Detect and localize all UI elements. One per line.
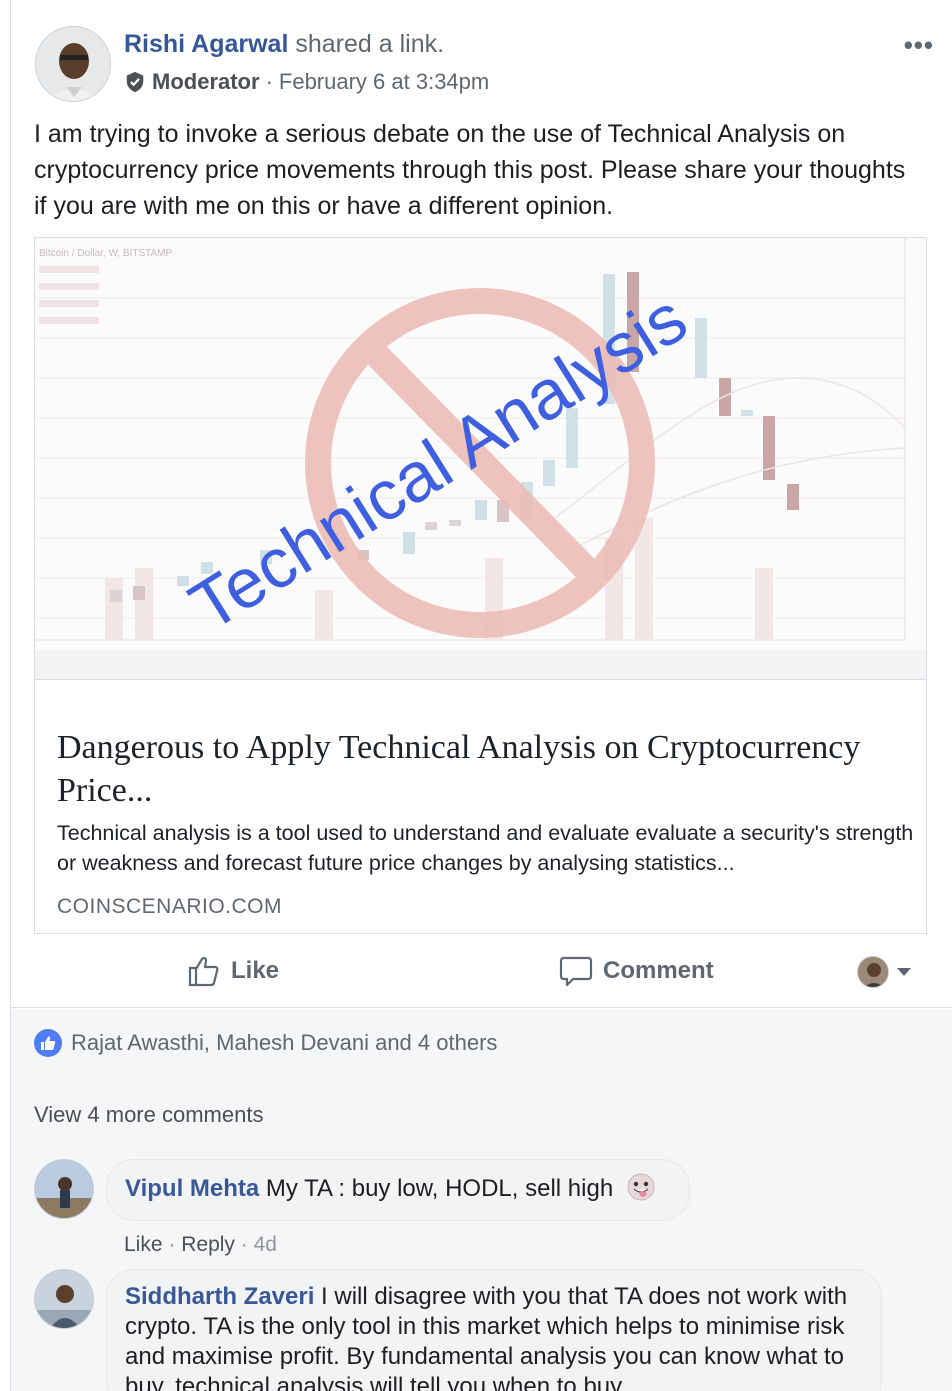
post-as-selector[interactable] — [857, 956, 911, 988]
comment-meta: Like · Reply · 4d — [124, 1233, 277, 1257]
viewer-avatar — [857, 956, 889, 988]
link-title[interactable]: Dangerous to Apply Technical Analysis on… — [57, 726, 907, 812]
like-reaction-icon — [34, 1029, 62, 1057]
post-meta: Moderator · February 6 at 3:34pm — [124, 69, 489, 95]
comment-like-link[interactable]: Like — [124, 1233, 163, 1256]
chart-header-text: Bitcoin / Dollar, W, BITSTAMP — [39, 248, 173, 259]
meta-separator: · — [240, 1233, 248, 1256]
chevron-down-icon — [897, 968, 911, 976]
post-actions-bar: Like Comment — [11, 940, 952, 1008]
role-badge: Moderator — [152, 69, 260, 94]
view-more-comments-link[interactable]: View 4 more comments — [34, 1102, 263, 1128]
author-avatar[interactable] — [35, 26, 111, 102]
commenter-name[interactable]: Vipul Mehta — [125, 1175, 259, 1202]
reactions-summary[interactable]: Rajat Awasthi, Mahesh Devani and 4 other… — [34, 1029, 497, 1057]
comment-text: My TA : buy low, HODL, sell high — [265, 1175, 614, 1202]
like-label: Like — [231, 957, 280, 984]
comment-item: Vipul Mehta My TA : buy low, HODL, sell … — [34, 1159, 934, 1269]
author-name[interactable]: Rishi Agarwal — [124, 30, 288, 58]
more-options-icon[interactable]: ••• — [904, 30, 934, 61]
comment-item: Siddharth Zaveri I will disagree with yo… — [34, 1269, 934, 1391]
comments-section: Rajat Awasthi, Mahesh Devani and 4 other… — [11, 1009, 952, 1391]
comment-label: Comment — [603, 957, 714, 984]
commenter-avatar[interactable] — [34, 1269, 94, 1329]
post-header: Rishi Agarwal shared a link. — [124, 30, 444, 59]
feed-post: Rishi Agarwal shared a link. Moderator ·… — [10, 0, 952, 1391]
comment-reply-link[interactable]: Reply — [181, 1233, 235, 1256]
comment-age[interactable]: 4d — [254, 1233, 277, 1256]
share-action-text: shared a link. — [295, 30, 445, 58]
link-preview-image[interactable]: Bitcoin / Dollar, W, BITSTAMP Technical … — [35, 238, 926, 680]
like-button[interactable]: Like — [187, 954, 279, 988]
comment-bubble: Vipul Mehta My TA : buy low, HODL, sell … — [106, 1159, 690, 1221]
commenter-name[interactable]: Siddharth Zaveri — [125, 1283, 314, 1310]
meta-separator: · — [265, 69, 273, 94]
reactions-text: Rajat Awasthi, Mahesh Devani and 4 other… — [71, 1030, 498, 1055]
thumbs-up-icon — [188, 956, 219, 987]
meta-separator: · — [168, 1233, 176, 1256]
commenter-avatar[interactable] — [34, 1159, 94, 1219]
comment-bubble: Siddharth Zaveri I will disagree with yo… — [106, 1269, 882, 1391]
speech-bubble-icon — [559, 956, 593, 987]
post-body-text: I am trying to invoke a serious debate o… — [34, 120, 906, 220]
link-domain: COINSCENARIO.COM — [57, 895, 283, 918]
grinning-tongue-emoji-icon — [627, 1173, 655, 1201]
post-timestamp[interactable]: February 6 at 3:34pm — [279, 69, 489, 95]
link-description: Technical analysis is a tool used to und… — [57, 821, 914, 875]
link-preview-card[interactable]: Bitcoin / Dollar, W, BITSTAMP Technical … — [34, 237, 927, 934]
comment-button[interactable]: Comment — [559, 954, 714, 988]
moderator-shield-icon — [126, 71, 144, 93]
